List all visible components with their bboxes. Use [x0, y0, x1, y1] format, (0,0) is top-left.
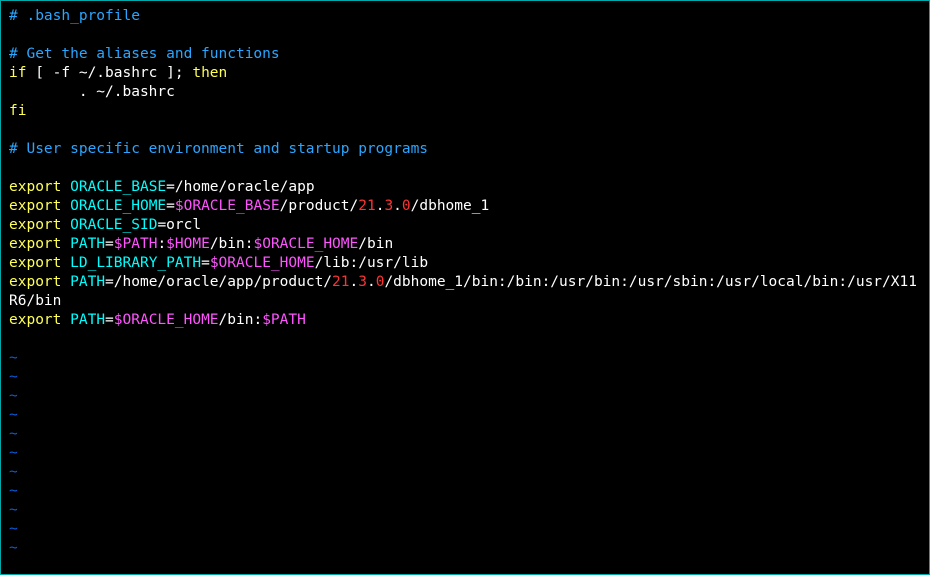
comment-filename: # .bash_profile	[9, 8, 140, 24]
var-oracle-base: ORACLE_BASE	[70, 179, 166, 195]
source-bashrc: . ~/.bashrc	[9, 84, 175, 100]
keyword-export: export	[9, 312, 61, 328]
ref-oracle-base: $ORACLE_BASE	[175, 198, 280, 214]
vim-tilde: ~	[9, 350, 18, 366]
keyword-export: export	[9, 236, 61, 252]
vim-tilde: ~	[9, 426, 18, 442]
var-path: PATH	[70, 236, 105, 252]
comment-aliases: # Get the aliases and functions	[9, 46, 280, 62]
keyword-export: export	[9, 274, 61, 290]
vim-tilde: ~	[9, 521, 18, 537]
var-oracle-home: ORACLE_HOME	[70, 198, 166, 214]
vim-tilde: ~	[9, 388, 18, 404]
vim-tilde: ~	[9, 464, 18, 480]
keyword-export: export	[9, 217, 61, 233]
vim-tilde: ~	[9, 483, 18, 499]
vim-tilde: ~	[9, 407, 18, 423]
var-ld-library-path: LD_LIBRARY_PATH	[70, 255, 201, 271]
val-oracle-sid: orcl	[166, 217, 201, 233]
vim-tilde: ~	[9, 369, 18, 385]
vim-tilde: ~	[9, 445, 18, 461]
keyword-export: export	[9, 179, 61, 195]
vim-tilde: ~	[9, 502, 18, 518]
keyword-export: export	[9, 198, 61, 214]
keyword-then: then	[192, 65, 227, 81]
keyword-export: export	[9, 255, 61, 271]
var-path: PATH	[70, 312, 105, 328]
var-oracle-sid: ORACLE_SID	[70, 217, 157, 233]
keyword-fi: fi	[9, 103, 26, 119]
if-test-expr: [ -f ~/.bashrc ];	[26, 65, 192, 81]
comment-env: # User specific environment and startup …	[9, 141, 428, 157]
vim-editor-pane[interactable]: # .bash_profile # Get the aliases and fu…	[0, 0, 930, 575]
keyword-if: if	[9, 65, 26, 81]
vim-tilde: ~	[9, 540, 18, 556]
val-oracle-base: /home/oracle/app	[175, 179, 315, 195]
var-path: PATH	[70, 274, 105, 290]
